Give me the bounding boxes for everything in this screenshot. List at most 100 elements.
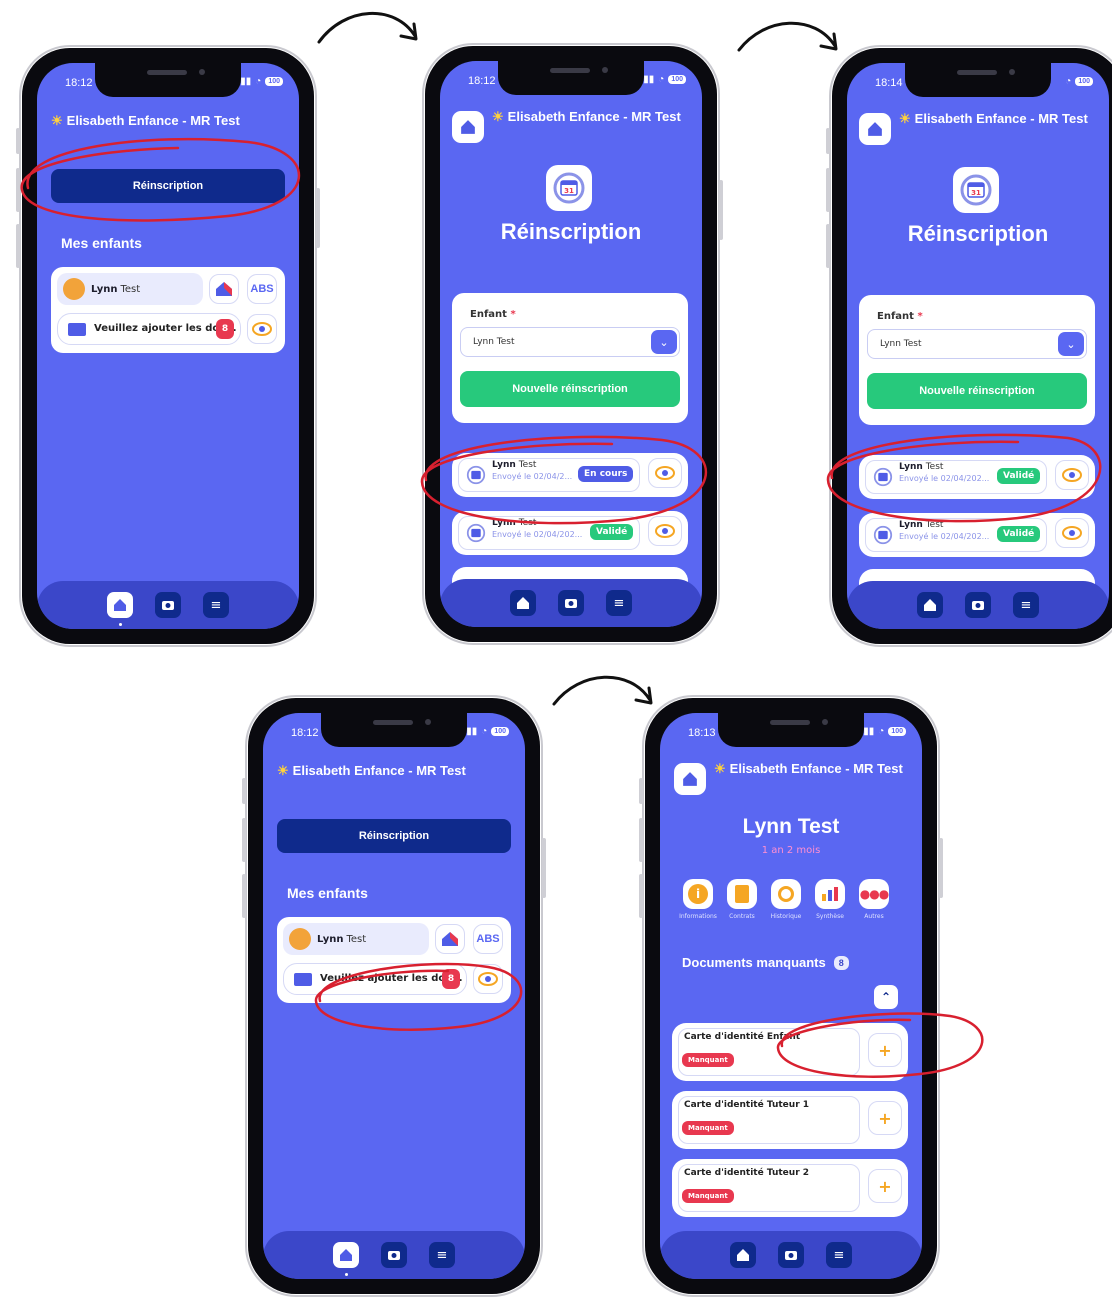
- reinscription-row[interactable]: Lynn Test Envoyé le 02/04/2... En cours: [452, 453, 688, 497]
- contract-button[interactable]: [435, 924, 465, 954]
- contract-button[interactable]: [209, 274, 239, 304]
- home-icon: [737, 1249, 749, 1261]
- menu-informations[interactable]: i Informations: [678, 879, 718, 920]
- document-card[interactable]: Carte d'identité Tuteur 2 Manquant +: [672, 1159, 908, 1217]
- document-card[interactable]: Carte d'identité Tuteur 1 Manquant +: [672, 1091, 908, 1149]
- children-card: Lynn Test ABS Veuillez ajouter les doc...…: [277, 917, 511, 1003]
- phone-home-1: 18:12 ▮▮ ◔ 100 ☀ Elisabeth Enfance - MR Tes…: [16, 45, 320, 647]
- new-reinscription-button[interactable]: Nouvelle réinscription: [867, 373, 1087, 409]
- eye-icon: [655, 466, 675, 480]
- nav-camera[interactable]: [965, 592, 991, 618]
- phone-reinscription-2: 18:14 ◔ 100 ☀ Elisabeth Enfance - MR Test …: [826, 45, 1112, 647]
- signal-icon: ▮▮: [466, 726, 478, 737]
- reinscription-row[interactable]: Lynn Test Envoyé le 02/04/202... Validé: [859, 513, 1095, 557]
- home-shortcut-button[interactable]: [674, 763, 706, 795]
- home-icon: [924, 599, 936, 611]
- child-select[interactable]: Lynn Test ⌄: [867, 329, 1087, 359]
- battery-indicator: 100: [265, 77, 283, 86]
- add-document-button[interactable]: +: [868, 1169, 902, 1203]
- signal-icon: ▮▮: [863, 726, 875, 737]
- menu-label: Informations: [679, 913, 717, 920]
- nav-camera[interactable]: [558, 590, 584, 616]
- nav-camera[interactable]: [778, 1242, 804, 1268]
- enfant-label: Enfant *: [470, 309, 516, 320]
- reinscription-button[interactable]: Réinscription: [277, 819, 511, 853]
- children-card: Lynn Test ABS Veuillez ajouter les doc...…: [51, 267, 285, 353]
- nav-menu[interactable]: ≡: [826, 1242, 852, 1268]
- abs-button[interactable]: ABS: [247, 274, 277, 304]
- nav-menu[interactable]: ≡: [606, 590, 632, 616]
- child-chip[interactable]: Lynn Test: [283, 923, 429, 955]
- view-button[interactable]: [1055, 460, 1089, 490]
- reinscription-screen-2: 18:14 ◔ 100 ☀ Elisabeth Enfance - MR Test …: [847, 63, 1109, 629]
- hamburger-icon: ≡: [833, 1247, 845, 1263]
- status-time: 18:12: [468, 75, 496, 87]
- home-shortcut-button[interactable]: [452, 111, 484, 143]
- nav-home[interactable]: [107, 592, 133, 618]
- child-avatar-icon: [289, 928, 311, 950]
- view-docs-button[interactable]: [473, 964, 503, 994]
- flow-arrow-2: [737, 21, 838, 52]
- nav-home[interactable]: [917, 592, 943, 618]
- child-first-name: Lynn: [91, 283, 118, 295]
- hamburger-icon: ≡: [210, 597, 222, 613]
- new-reinscription-card: Enfant * Lynn Test ⌄ Nouvelle réinscript…: [452, 293, 688, 423]
- child-select[interactable]: Lynn Test ⌄: [460, 327, 680, 357]
- history-icon: [778, 886, 794, 902]
- reinscription-row[interactable]: Lynn Test Envoyé le 02/04/202... Validé: [452, 511, 688, 555]
- child-age: 1 an 2 mois: [761, 845, 821, 856]
- nav-home[interactable]: [333, 1242, 359, 1268]
- nav-home[interactable]: [730, 1242, 756, 1268]
- abs-button[interactable]: ABS: [473, 924, 503, 954]
- page-title: Réinscription: [500, 219, 642, 244]
- camera-icon: [388, 1251, 400, 1260]
- calendar-refresh-icon: 31: [953, 167, 999, 213]
- reinscription-row[interactable]: Lynn Test Envoyé le 02/04/202... Validé: [859, 455, 1095, 499]
- view-button[interactable]: [648, 516, 682, 546]
- child-last-name: Test: [120, 283, 141, 295]
- structure-name: Elisabeth Enfance - MR Test: [729, 761, 903, 776]
- structure-name: Elisabeth Enfance - MR Test: [507, 109, 681, 124]
- nav-menu[interactable]: ≡: [203, 592, 229, 618]
- home-shortcut-button[interactable]: [859, 113, 891, 145]
- view-button[interactable]: [1055, 518, 1089, 548]
- sun-icon: ☀: [492, 109, 504, 124]
- view-docs-button[interactable]: [247, 314, 277, 344]
- hamburger-icon: ≡: [436, 1247, 448, 1263]
- nav-home[interactable]: [510, 590, 536, 616]
- row-sent-date: Envoyé le 02/04/202...: [899, 532, 990, 541]
- document-icon: [735, 885, 749, 903]
- collapse-button[interactable]: ⌃: [874, 985, 898, 1009]
- bottom-nav: ≡: [263, 1231, 525, 1279]
- menu-contrats[interactable]: Contrats: [722, 879, 762, 920]
- new-reinscription-button[interactable]: Nouvelle réinscription: [460, 371, 680, 407]
- nav-menu[interactable]: ≡: [1013, 592, 1039, 618]
- view-button[interactable]: [648, 458, 682, 488]
- reinscription-button[interactable]: Réinscription: [51, 169, 285, 203]
- status-badge: Validé: [997, 526, 1041, 542]
- status-time: 18:13: [688, 727, 716, 739]
- missing-docs-row[interactable]: Veuillez ajouter les doc... 8: [283, 963, 467, 995]
- child-chip[interactable]: Lynn Test: [57, 273, 203, 305]
- chevron-down-icon: ⌄: [1058, 332, 1084, 356]
- calendar-refresh-icon: [873, 467, 893, 487]
- nav-camera[interactable]: [381, 1242, 407, 1268]
- signal-icon: ▮▮: [240, 76, 252, 87]
- camera-icon: [565, 599, 577, 608]
- document-card[interactable]: Carte d'identité Enfant Manquant +: [672, 1023, 908, 1081]
- missing-docs-row[interactable]: Veuillez ajouter les doc... 8: [57, 313, 241, 345]
- section-title: Mes enfants: [287, 885, 368, 901]
- add-document-button[interactable]: +: [868, 1101, 902, 1135]
- missing-badge: Manquant: [682, 1121, 734, 1135]
- menu-autres[interactable]: ●●● Autres: [854, 879, 894, 920]
- missing-docs-title: Documents manquants: [682, 955, 826, 970]
- structure-name: Elisabeth Enfance - MR Test: [292, 763, 466, 778]
- nav-menu[interactable]: ≡: [429, 1242, 455, 1268]
- menu-historique[interactable]: Historique: [766, 879, 806, 920]
- add-document-button[interactable]: +: [868, 1033, 902, 1067]
- nav-camera[interactable]: [155, 592, 181, 618]
- home-icon: [683, 772, 697, 786]
- signal-icon: ▮▮: [643, 74, 655, 85]
- menu-synthese[interactable]: Synthèse: [810, 879, 850, 920]
- missing-badge: Manquant: [682, 1189, 734, 1203]
